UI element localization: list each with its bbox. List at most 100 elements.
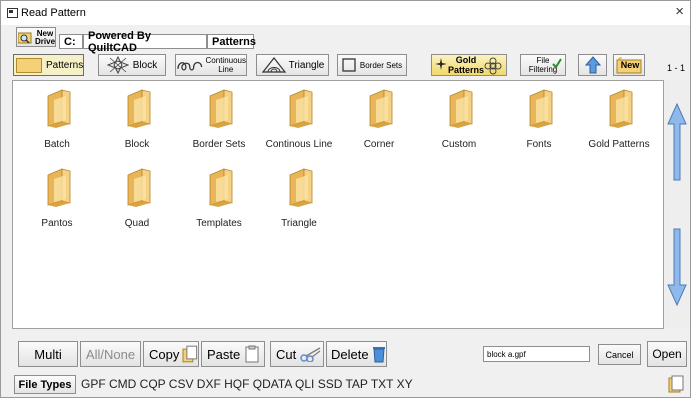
folder-name: Quad bbox=[124, 218, 150, 229]
folder-item[interactable]: Quad bbox=[97, 165, 177, 245]
folder-name: Batch bbox=[44, 139, 70, 150]
folder-item[interactable]: Custom bbox=[419, 86, 499, 166]
app-icon bbox=[7, 8, 18, 18]
vertical-scrollbar[interactable] bbox=[665, 80, 689, 329]
scroll-up-arrow-icon bbox=[667, 102, 687, 181]
folder-name: Border Sets bbox=[192, 139, 246, 150]
triangle-button[interactable]: Triangle bbox=[256, 54, 329, 76]
gold-flower-icon bbox=[484, 57, 502, 75]
open-button[interactable]: Open bbox=[647, 341, 687, 367]
filename-input[interactable] bbox=[483, 346, 590, 362]
continuous-line-button[interactable]: Continuous Line bbox=[175, 54, 247, 76]
triangle-pattern-icon bbox=[261, 57, 286, 73]
folder-item[interactable]: Fonts bbox=[499, 86, 579, 166]
scissors-icon bbox=[300, 347, 321, 362]
delete-button[interactable]: Delete bbox=[326, 341, 387, 367]
folder-name: Gold Patterns bbox=[588, 139, 650, 150]
folder-icon bbox=[209, 89, 233, 128]
copy-button[interactable]: Copy bbox=[143, 341, 199, 367]
path-segment-quiltcad[interactable]: Powered By QuiltCAD bbox=[83, 30, 207, 54]
scroll-down-arrow-icon bbox=[667, 228, 687, 307]
folder-icon bbox=[47, 89, 71, 128]
triangle-label: Triangle bbox=[288, 59, 325, 71]
folder-icon bbox=[47, 168, 71, 207]
gold-patterns-button[interactable]: Gold Patterns bbox=[431, 54, 507, 76]
delete-label: Delete bbox=[331, 346, 369, 362]
file-types-list: GPF CMD CQP CSV DXF HQF QDATA QLI SSD TA… bbox=[81, 377, 413, 391]
folder-name: Corner bbox=[363, 139, 395, 150]
checkmark-icon bbox=[552, 58, 562, 68]
folder-icon bbox=[449, 89, 473, 128]
close-icon[interactable]: × bbox=[675, 3, 684, 20]
folder-item[interactable]: Continous Line bbox=[259, 86, 339, 166]
folder-icon bbox=[127, 89, 151, 128]
new-drive-label-line2: Drive bbox=[35, 37, 56, 46]
folder-icon bbox=[127, 168, 151, 207]
continuous-label-line1: Continuous bbox=[205, 56, 246, 65]
clipboard-folder-icon bbox=[668, 375, 684, 393]
paste-label: Paste bbox=[207, 346, 241, 362]
new-drive-button[interactable]: New Drive bbox=[16, 27, 56, 47]
gold-label-line1: Gold bbox=[455, 55, 477, 65]
folder-icon bbox=[16, 58, 42, 73]
folder-item[interactable]: Batch bbox=[17, 86, 97, 166]
folder-item[interactable]: Block bbox=[97, 86, 177, 166]
window-title: Read Pattern bbox=[21, 7, 86, 19]
folder-icon bbox=[529, 89, 553, 128]
folder-item[interactable]: Border Sets bbox=[179, 86, 259, 166]
block-pattern-icon bbox=[106, 56, 129, 74]
patterns-button[interactable]: Patterns bbox=[13, 54, 84, 76]
new-label: New bbox=[620, 60, 640, 70]
page-indicator: 1 - 1 bbox=[667, 63, 686, 73]
copy-icon bbox=[182, 345, 198, 363]
patterns-label: Patterns bbox=[46, 60, 84, 71]
border-square-icon bbox=[342, 58, 356, 72]
folder-icon bbox=[369, 89, 393, 128]
path-segment-patterns[interactable]: Patterns bbox=[207, 34, 256, 49]
block-button[interactable]: Block bbox=[98, 54, 166, 76]
title-bar: Read Pattern × bbox=[1, 1, 690, 25]
read-pattern-window: Read Pattern × New Drive C: Powered By Qu… bbox=[0, 0, 691, 398]
block-label: Block bbox=[132, 59, 158, 71]
folder-name: Fonts bbox=[526, 139, 552, 150]
scroll-down-button[interactable] bbox=[665, 205, 689, 329]
file-types-button[interactable]: File Types bbox=[14, 375, 76, 394]
folder-name: Pantos bbox=[41, 218, 73, 229]
file-filtering-button[interactable]: File Filtering bbox=[520, 54, 566, 76]
folder-name: Custom bbox=[441, 139, 477, 150]
gold-label-line2: Patterns bbox=[447, 65, 484, 75]
folder-item[interactable]: Pantos bbox=[17, 165, 97, 245]
continuous-line-icon bbox=[177, 61, 203, 71]
path-drive[interactable]: C: bbox=[59, 34, 83, 49]
paste-button[interactable]: Paste bbox=[201, 341, 265, 367]
up-folder-button[interactable] bbox=[578, 54, 607, 76]
scroll-up-button[interactable] bbox=[665, 80, 689, 204]
cancel-button[interactable]: Cancel bbox=[598, 344, 641, 365]
folder-name: Block bbox=[124, 139, 150, 150]
cut-button[interactable]: Cut bbox=[270, 341, 324, 367]
folder-name: Templates bbox=[196, 218, 242, 229]
folder-icon bbox=[609, 89, 633, 128]
folder-item[interactable]: Gold Patterns bbox=[579, 86, 659, 166]
folder-list-view[interactable]: Batch Block Border Sets Continous Line Corne… bbox=[12, 80, 664, 329]
folder-icon bbox=[289, 89, 313, 128]
folder-item[interactable]: Triangle bbox=[259, 165, 339, 245]
allnone-button[interactable]: All/None bbox=[80, 341, 141, 367]
paste-icon bbox=[245, 345, 259, 363]
cut-label: Cut bbox=[276, 346, 297, 362]
folder-icon bbox=[289, 168, 313, 207]
folder-icon bbox=[209, 168, 233, 207]
border-sets-button[interactable]: Border Sets bbox=[337, 54, 407, 76]
trash-icon bbox=[372, 347, 385, 363]
border-sets-label: Border Sets bbox=[359, 60, 403, 70]
gold-star-icon bbox=[435, 58, 447, 70]
new-folder-button[interactable]: New bbox=[613, 54, 645, 76]
folder-name: Triangle bbox=[281, 218, 317, 229]
copy-label: Copy bbox=[149, 346, 180, 362]
continuous-label-line2: Line bbox=[218, 65, 234, 74]
folder-item[interactable]: Templates bbox=[179, 165, 259, 245]
folder-name: Continous Line bbox=[265, 139, 333, 150]
multi-button[interactable]: Multi bbox=[18, 341, 78, 367]
up-arrow-icon bbox=[584, 56, 601, 74]
folder-item[interactable]: Corner bbox=[339, 86, 419, 166]
